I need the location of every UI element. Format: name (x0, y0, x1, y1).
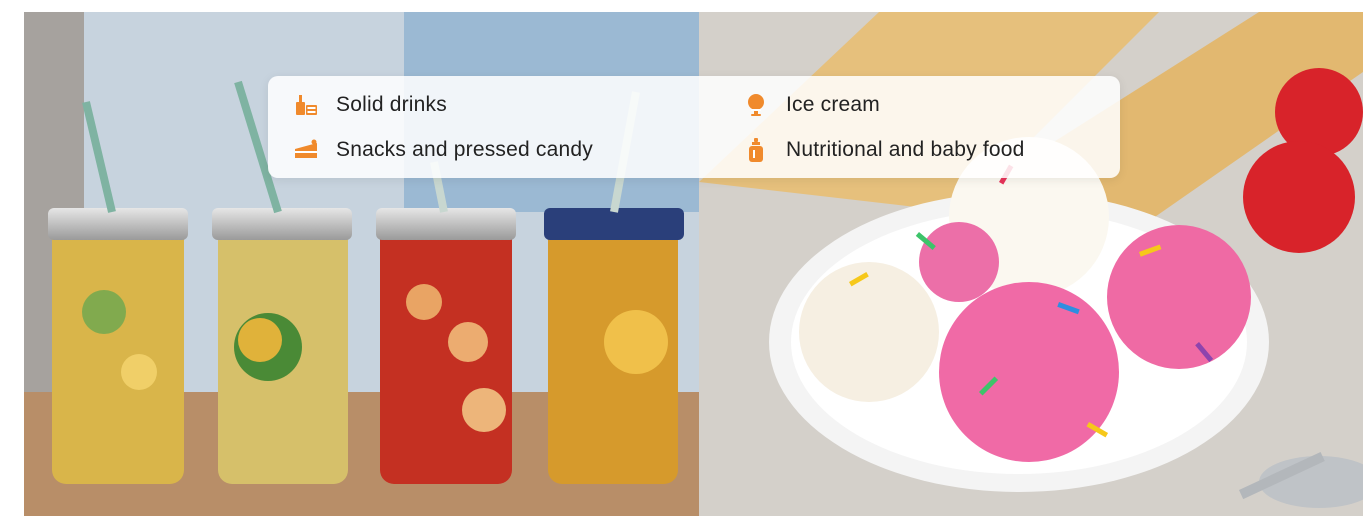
category-ice-cream[interactable]: Ice cream (744, 92, 880, 118)
category-nutritional-baby-food[interactable]: Nutritional and baby food (744, 137, 1025, 163)
drink-icon (294, 93, 318, 117)
category-solid-drinks[interactable]: Solid drinks (294, 92, 447, 118)
category-label: Solid drinks (336, 93, 447, 116)
ice-cream-icon (744, 93, 768, 117)
category-snacks-candy[interactable]: Snacks and pressed candy (294, 137, 593, 163)
cake-slice-icon (294, 138, 318, 162)
category-list: Solid drinks Snacks and pressed candy Ic… (268, 76, 1120, 178)
category-label: Snacks and pressed candy (336, 138, 593, 161)
hero-banner: Solid drinks Snacks and pressed candy Ic… (24, 12, 1363, 516)
category-label: Nutritional and baby food (786, 138, 1025, 161)
baby-bottle-icon (744, 138, 768, 162)
category-label: Ice cream (786, 93, 880, 116)
